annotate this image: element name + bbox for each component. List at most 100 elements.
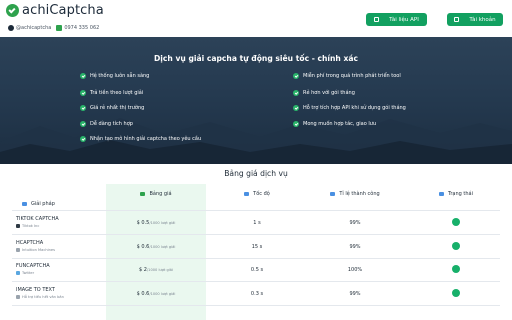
speed-cell: 0.3 s: [250, 291, 264, 297]
success-rate-cell: 99%: [349, 244, 361, 250]
price-unit: /1000 lượt giải: [149, 292, 176, 296]
check-icon: [80, 121, 86, 127]
header-speed: Tốc độ: [222, 191, 292, 197]
hero-title: Dịch vụ giải capcha tự động siêu tốc - c…: [153, 54, 359, 63]
check-icon: [80, 136, 86, 142]
header-success: Tỉ lệ thành công: [305, 191, 405, 197]
speed-icon: [244, 192, 250, 196]
service-name: HCAPTCHA: [16, 240, 44, 246]
speed-cell: 15 s: [251, 244, 263, 250]
feature-item: Rẻ hơn với gói tháng: [293, 90, 355, 96]
feature-label: Hệ thống luôn sẵn sàng: [90, 73, 150, 79]
row-divider: [12, 258, 500, 259]
row-divider: [12, 234, 500, 235]
header-plan: Giải pháp: [22, 201, 55, 207]
price-cell: $ 0.6/1000 lượt giải: [106, 244, 206, 250]
provider-icon: [16, 248, 20, 252]
mountain-background: [0, 118, 512, 164]
success-rate-icon: [330, 192, 336, 196]
hero-banner: Dịch vụ giải capcha tự động siêu tốc - c…: [0, 37, 512, 164]
header-success-label: Tỉ lệ thành công: [339, 191, 380, 197]
service-name: IMAGE TO TEXT: [16, 287, 55, 293]
user-icon: [454, 17, 460, 22]
feature-item: Mong muốn hợp tác, giao lưu: [293, 121, 376, 127]
feature-label: Miễn phí trong quá trình phát triển tool: [303, 73, 401, 79]
feature-label: Trả tiền theo lượt giải: [90, 90, 144, 96]
success-rate-cell: 100%: [347, 267, 363, 273]
price-icon: [140, 192, 146, 196]
provider-name: Hỗ trợ tiếu hết văn bản: [22, 295, 64, 299]
book-icon: [374, 17, 380, 22]
feature-label: Nhận tạo mô hình giải captcha theo yêu c…: [90, 136, 202, 142]
pricing-title: Bảng giá dịch vụ: [224, 169, 288, 178]
status-icon: [439, 192, 445, 196]
check-icon: [293, 121, 299, 127]
header-plan-label: Giải pháp: [31, 201, 55, 207]
feature-item: Nhận tạo mô hình giải captcha theo yêu c…: [80, 136, 201, 142]
row-divider: [12, 210, 500, 211]
api-docs-label: Tài liệu API: [389, 16, 419, 23]
header-price: Bảng giá: [120, 191, 192, 197]
top-bar: achiCaptcha @achicaptcha 0974 335 062 Tà…: [0, 0, 512, 37]
feature-label: Dễ dàng tích hợp: [90, 121, 133, 127]
check-icon: [293, 73, 299, 79]
status-indicator: [452, 289, 460, 297]
price-value: $ 0.6: [136, 291, 150, 297]
success-rate-cell: 99%: [349, 291, 361, 297]
row-divider: [12, 305, 500, 306]
provider-name: Tiktok Inc: [22, 224, 40, 228]
social-handle[interactable]: @achicaptcha: [16, 25, 51, 31]
price-value: $ 0.5: [136, 220, 150, 226]
speed-cell: 1 s: [253, 220, 261, 226]
price-unit: /1000 lượt giải: [146, 268, 173, 272]
brand[interactable]: achiCaptcha: [6, 3, 104, 18]
price-column-highlight: [106, 184, 206, 320]
price-unit: /1000 lượt giải: [149, 221, 176, 225]
header-status: Trạng thái: [420, 191, 492, 197]
brand-name: achiCaptcha: [22, 3, 104, 18]
feature-item: Giá rẻ nhất thị trường: [80, 105, 144, 111]
facebook-icon: [8, 25, 14, 31]
price-cell: $ 0.6/1000 lượt giải: [106, 291, 206, 297]
account-label: Tài khoản: [469, 16, 496, 23]
price-value: $ 2: [139, 267, 147, 273]
status-indicator: [452, 242, 460, 250]
header-price-label: Bảng giá: [149, 191, 172, 197]
status-indicator: [452, 218, 460, 226]
price-unit: /1000 lượt giải: [149, 245, 176, 249]
phone-icon: [56, 25, 63, 31]
check-icon: [80, 90, 86, 96]
service-name: FUNCAPTCHA: [16, 263, 50, 269]
success-rate-cell: 99%: [349, 220, 361, 226]
header-speed-label: Tốc độ: [253, 191, 270, 197]
account-button[interactable]: Tài khoản: [447, 13, 503, 26]
status-indicator: [452, 265, 460, 273]
phone-number[interactable]: 0974 335 062: [64, 25, 99, 31]
provider-name: Twitter: [22, 271, 35, 275]
service-provider: Intuition Machines: [16, 248, 55, 252]
provider-icon: [16, 224, 20, 228]
service-name: TIKTOK CAPTCHA: [16, 216, 59, 222]
price-cell: $ 2/1000 lượt giải: [106, 267, 206, 273]
header-status-label: Trạng thái: [448, 191, 473, 197]
feature-item: Hệ thống luôn sẵn sàng: [80, 73, 149, 79]
service-provider: Tiktok Inc: [16, 224, 39, 228]
feature-item: Miễn phí trong quá trình phát triển tool: [293, 73, 401, 79]
check-icon: [80, 105, 86, 111]
feature-label: Rẻ hơn với gói tháng: [303, 90, 355, 96]
speed-cell: 0.5 s: [250, 267, 264, 273]
provider-name: Intuition Machines: [22, 248, 55, 252]
feature-label: Giá rẻ nhất thị trường: [90, 105, 145, 111]
feature-item: Dễ dàng tích hợp: [80, 121, 133, 127]
feature-item: Hỗ trợ tích hợp API khi sử dụng gói thán…: [293, 105, 406, 111]
price-value: $ 0.6: [136, 244, 150, 250]
feature-item: Trả tiền theo lượt giải: [80, 90, 143, 96]
feature-label: Hỗ trợ tích hợp API khi sử dụng gói thán…: [303, 105, 406, 111]
provider-icon: [16, 295, 20, 299]
api-docs-button[interactable]: Tài liệu API: [366, 13, 427, 26]
price-cell: $ 0.5/1000 lượt giải: [106, 220, 206, 226]
contact-info: @achicaptcha 0974 335 062: [8, 25, 99, 31]
plan-icon: [22, 202, 27, 206]
feature-label: Mong muốn hợp tác, giao lưu: [303, 121, 377, 127]
provider-icon: [16, 271, 20, 275]
